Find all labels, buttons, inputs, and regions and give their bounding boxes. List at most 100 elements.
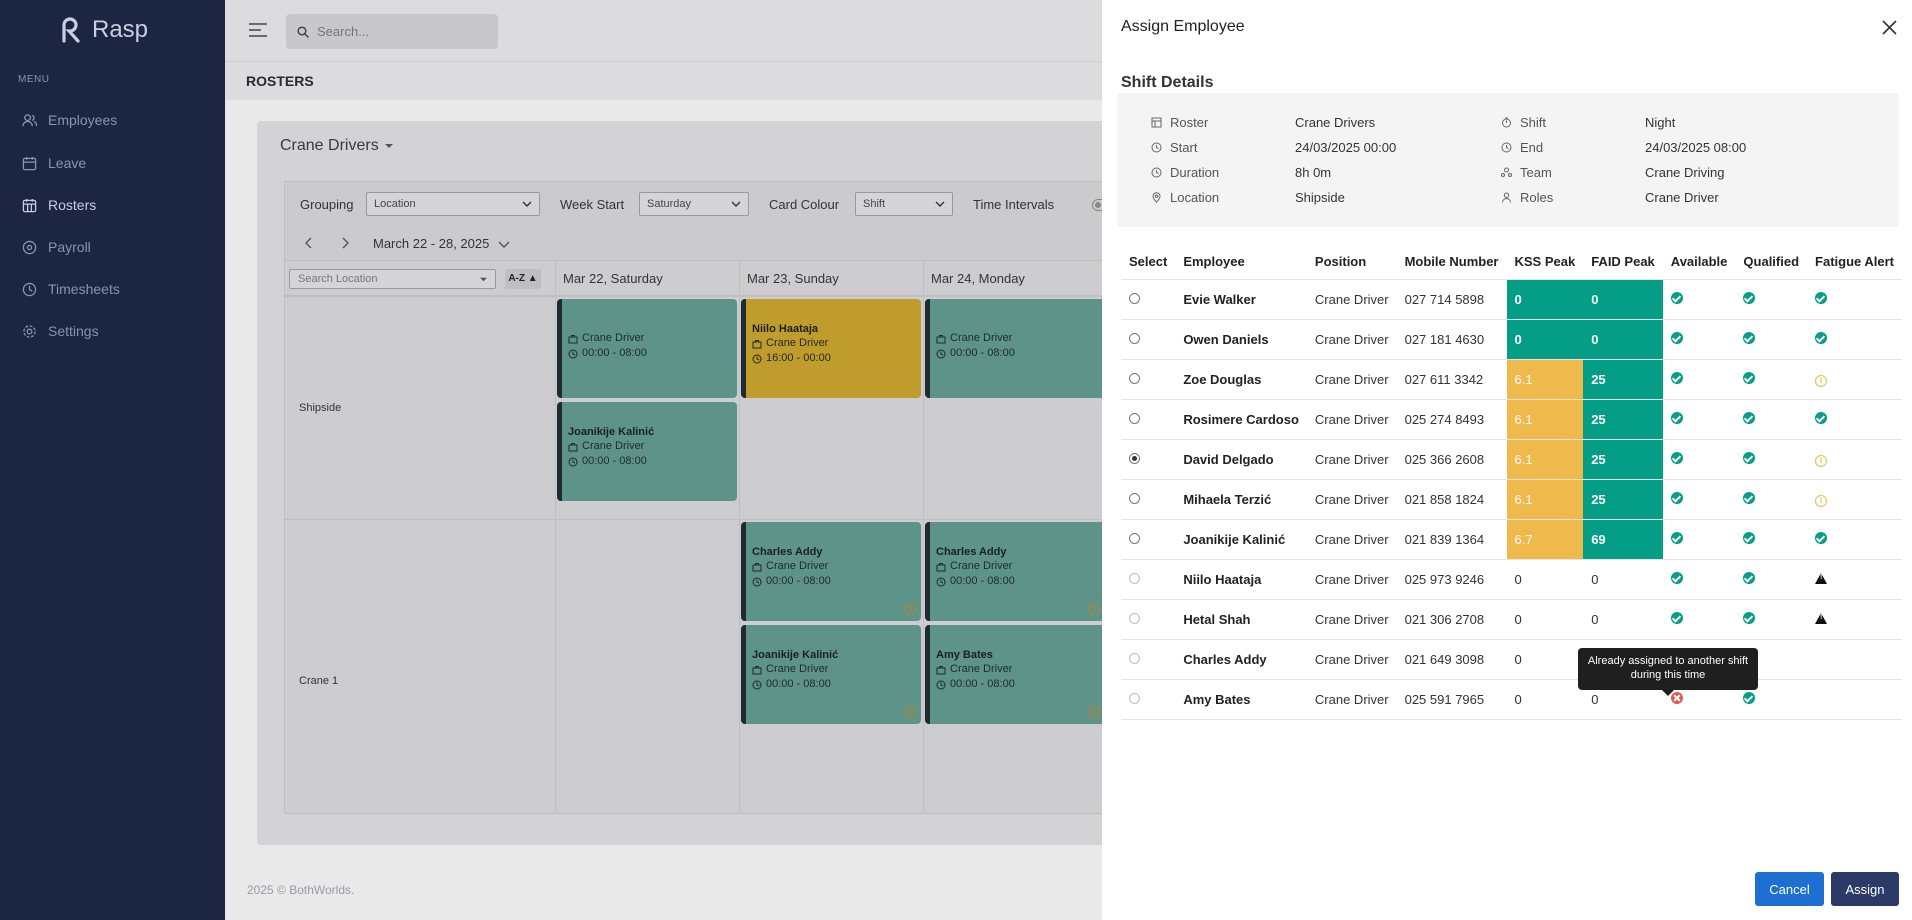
clock-icon [936,349,946,359]
day-column-header: Mar 22, Saturday [555,261,739,296]
select-radio[interactable] [1129,532,1140,544]
table-row[interactable]: Hetal Shah Crane Driver 021 306 2708 0 0 [1121,599,1903,640]
table-row[interactable]: Niilo Haataja Crane Driver 025 973 9246 0 0 [1121,559,1903,600]
detail-shift-label: Shift [1501,115,1546,130]
select-radio[interactable] [1129,612,1140,624]
week-start-select[interactable]: Saturday [639,192,749,216]
select-radio[interactable] [1129,572,1140,584]
clock-icon [1151,167,1162,178]
qualified-cell [1735,279,1808,320]
briefcase-icon [568,442,578,452]
table-row[interactable]: Evie Walker Crane Driver 027 714 5898 0 0 [1121,279,1903,320]
shift-card[interactable]: Amy Bates Crane Driver 00:00 - 08:00 ! [925,625,1105,724]
location-search-select[interactable]: Search Location [289,269,496,289]
shift-role: Crane Driver [582,332,645,344]
date-range: March 22 - 28, 2025 [373,236,490,251]
close-icon[interactable] [1882,20,1897,35]
select-radio[interactable] [1129,412,1140,424]
detail-start-value: 24/03/2025 00:00 [1295,140,1397,155]
select-cell [1121,679,1176,720]
column-header: Fatigue Alert [1807,245,1903,280]
cancel-button[interactable]: Cancel [1755,872,1824,906]
sort-button[interactable]: A-Z ▲ [505,269,541,289]
shift-card[interactable]: Charles Addy Crane Driver 00:00 - 08:00 … [741,522,921,621]
card-colour-select[interactable]: Shift [855,192,953,216]
column-header: Qualified [1735,245,1808,280]
row-label-shipside: Shipside [299,402,342,414]
kss-peak: 6.7 [1506,519,1584,560]
table-row[interactable]: Mihaela Terzić Crane Driver 021 858 1824 6.… [1121,479,1903,520]
caret-down-icon [384,142,393,150]
menu-toggle-icon[interactable] [249,23,267,37]
sidebar-item-payroll[interactable]: Payroll [22,239,91,255]
select-radio[interactable] [1129,452,1140,464]
employee-name: Charles Addy [1175,639,1307,680]
table-header-row: Select Employee Position Mobile Number K… [1121,245,1903,280]
shift-card[interactable]: Joanikije Kalinić Crane Driver 00:00 - 0… [557,402,737,501]
select-radio[interactable] [1129,292,1140,304]
sidebar-item-employees[interactable]: Employees [22,112,117,128]
shift-card[interactable]: Crane Driver 00:00 - 08:00 [925,299,1105,398]
kss-peak: 0 [1506,679,1584,720]
employee-mobile: 027 714 5898 [1396,279,1507,320]
select-radio[interactable] [1129,372,1140,384]
info-circle-icon[interactable]: i [1815,455,1828,467]
person-icon [1501,192,1512,203]
info-circle-icon[interactable]: i [1815,375,1828,387]
chevron-left-icon[interactable] [303,237,315,249]
sidebar-item-label: Employees [48,112,118,128]
available-cell [1662,279,1736,320]
date-range-picker[interactable]: March 22 - 28, 2025 [373,236,510,251]
table-row[interactable]: Zoe Douglas Crane Driver 027 611 3342 6.1 25… [1121,359,1903,400]
column-header: FAID Peak [1583,245,1663,280]
assign-button[interactable]: Assign [1831,872,1899,906]
shift-card[interactable]: Charles Addy Crane Driver 00:00 - 08:00 … [925,522,1105,621]
payroll-icon [22,240,37,255]
available-cell [1662,359,1736,400]
check-circle-icon [1743,531,1756,544]
info-circle-icon[interactable]: i [1815,495,1828,507]
chevron-down-icon [498,238,510,250]
sidebar-item-settings[interactable]: Settings [22,323,99,339]
select-radio[interactable] [1129,652,1140,664]
check-circle-icon [1670,491,1683,504]
check-circle-icon [1815,531,1828,544]
employee-name: Zoe Douglas [1175,359,1307,400]
check-circle-icon [1670,291,1683,304]
sidebar-item-leave[interactable]: Leave [22,155,86,171]
table-row[interactable]: Charles Addy Crane Driver 021 649 3098 0 [1121,639,1903,680]
shift-time: 00:00 - 08:00 [950,575,1015,587]
sidebar-item-rosters[interactable]: Rosters [22,197,96,213]
clock-icon [1151,142,1162,153]
chevron-right-icon[interactable] [339,237,351,249]
select-radio[interactable] [1129,692,1140,704]
shift-card[interactable]: Joanikije Kalinić Crane Driver 00:00 - 0… [741,625,921,724]
shift-time: 00:00 - 08:00 [582,455,647,467]
sidebar-item-timesheets[interactable]: Timesheets [22,281,120,297]
warning-triangle-icon[interactable] [1815,572,1828,584]
shift-time: 00:00 - 08:00 [950,678,1015,690]
grouping-value: Location [374,198,416,210]
warning-triangle-icon[interactable] [1815,612,1828,624]
employee-mobile: 021 649 3098 [1396,639,1507,680]
shift-card[interactable]: Crane Driver 00:00 - 08:00 [557,299,737,398]
select-radio[interactable] [1129,332,1140,344]
sidebar: Rasp MENU Employees Leave Rosters Payrol… [0,0,225,920]
app-logo[interactable]: Rasp [60,16,148,44]
table-row[interactable]: Owen Daniels Crane Driver 027 181 4630 0 0 [1121,319,1903,360]
table-row[interactable]: Amy Bates Crane Driver 025 591 7965 0 0 [1121,679,1903,720]
shift-card[interactable]: Niilo Haataja Crane Driver 16:00 - 00:00 [741,299,921,398]
qualified-cell [1735,599,1808,640]
search-input[interactable] [317,24,477,39]
table-row[interactable]: Joanikije Kalinić Crane Driver 021 839 136… [1121,519,1903,560]
fatigue-cell: i [1807,479,1903,520]
clock-icon [568,349,578,359]
roster-selector[interactable]: Crane Drivers [280,137,393,155]
grouping-select[interactable]: Location [366,192,540,216]
table-row[interactable]: David Delgado Crane Driver 025 366 2608 6.1… [1121,439,1903,480]
search-box[interactable] [286,14,498,49]
detail-end-label: End [1501,140,1543,155]
select-radio[interactable] [1129,492,1140,504]
rasp-logo-icon [60,17,82,43]
table-row[interactable]: Rosimere Cardoso Crane Driver 025 274 8493… [1121,399,1903,440]
